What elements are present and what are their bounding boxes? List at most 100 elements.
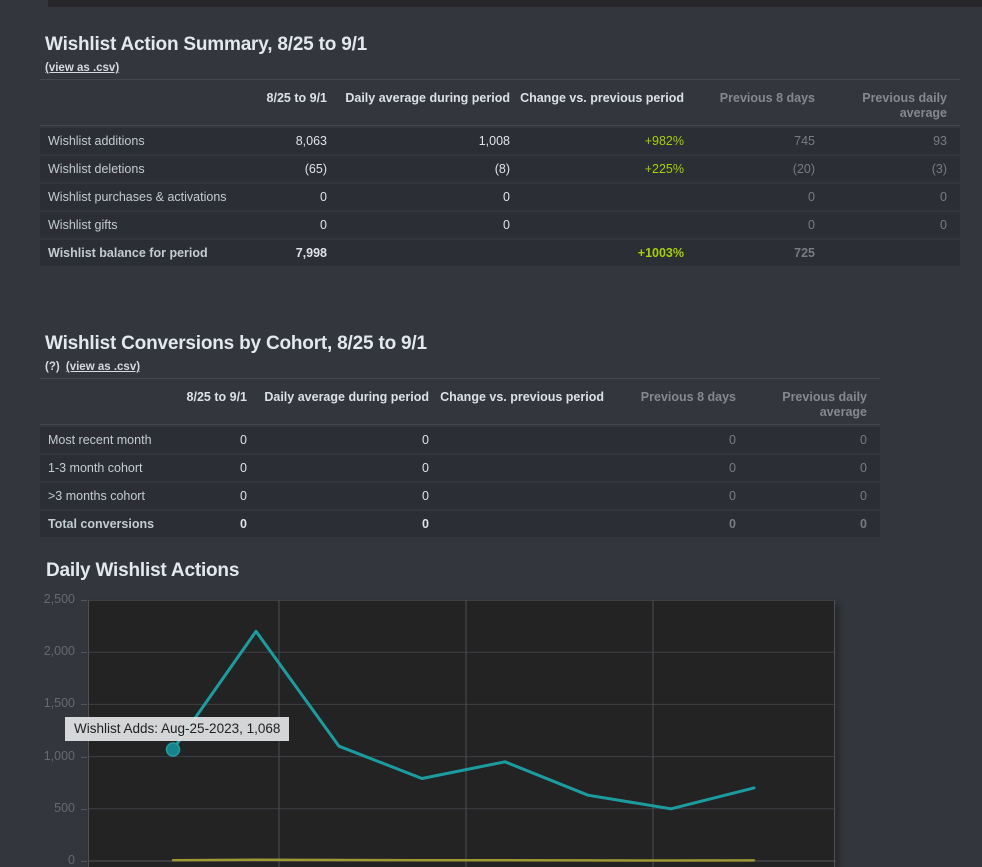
cell-previous-daily-average <box>815 240 960 266</box>
y-axis-tick <box>81 600 87 601</box>
y-axis-tick <box>81 861 87 862</box>
column-header-previous-daily-average: Previous daily average <box>815 83 960 126</box>
cell-change: +225% <box>510 156 684 182</box>
cell-previous-daily-average: 93 <box>815 128 960 154</box>
cell-period: 0 <box>250 212 327 238</box>
row-label: Total conversions <box>40 511 160 537</box>
cell-change <box>429 427 604 453</box>
conversions-header: Wishlist Conversions by Cohort, 8/25 to … <box>40 332 880 379</box>
column-header-previous-8-days: Previous 8 days <box>684 83 815 126</box>
summary-csv-link[interactable]: (view as .csv) <box>45 62 119 74</box>
cell-previous-daily-average: 0 <box>736 511 880 537</box>
row-label: Most recent month <box>40 427 160 453</box>
conversions-header-row: 8/25 to 9/1 Daily average during period … <box>40 382 880 425</box>
cell-period: 0 <box>160 455 247 481</box>
chart-title: Daily Wishlist Actions <box>46 560 239 582</box>
y-axis-tick <box>81 757 87 758</box>
cell-daily-average: 0 <box>247 455 429 481</box>
cell-previous-daily-average: 0 <box>736 427 880 453</box>
column-header-daily-average: Daily average during period <box>327 83 510 126</box>
y-axis-label: 1,500 <box>5 696 75 710</box>
cell-previous-8-days: 0 <box>684 184 815 210</box>
cell-change: +1003% <box>510 240 684 266</box>
y-axis-tick <box>81 704 87 705</box>
cell-change <box>429 455 604 481</box>
y-axis-label: 500 <box>5 801 75 815</box>
y-axis-tick <box>81 809 87 810</box>
cell-previous-8-days: 0 <box>604 455 736 481</box>
column-header-blank <box>40 382 160 425</box>
cell-previous-8-days: 0 <box>604 483 736 509</box>
column-header-previous-daily-average: Previous daily average <box>736 382 880 425</box>
table-row: Most recent month 0 0 0 0 <box>40 427 880 453</box>
conversions-section: Wishlist Conversions by Cohort, 8/25 to … <box>40 332 880 539</box>
summary-header-row: 8/25 to 9/1 Daily average during period … <box>40 83 960 126</box>
cell-period: 7,998 <box>250 240 327 266</box>
cell-period: 0 <box>250 184 327 210</box>
table-row: Wishlist deletions (65) (8) +225% (20) (… <box>40 156 960 182</box>
cell-change: +982% <box>510 128 684 154</box>
column-header-period: 8/25 to 9/1 <box>250 83 327 126</box>
cell-previous-8-days: 745 <box>684 128 815 154</box>
cell-period: 0 <box>160 483 247 509</box>
cell-daily-average: 0 <box>247 511 429 537</box>
cell-previous-8-days: 725 <box>684 240 815 266</box>
column-header-daily-average: Daily average during period <box>247 382 429 425</box>
summary-section: Wishlist Action Summary, 8/25 to 9/1 (vi… <box>40 33 960 268</box>
cell-period: 0 <box>160 511 247 537</box>
cell-daily-average: 0 <box>247 427 429 453</box>
cell-daily-average: (8) <box>327 156 510 182</box>
cell-previous-daily-average: (3) <box>815 156 960 182</box>
cell-period: 0 <box>160 427 247 453</box>
y-axis-tick <box>81 652 87 653</box>
cell-previous-daily-average: 0 <box>736 455 880 481</box>
row-label: Wishlist balance for period <box>40 240 250 266</box>
cell-previous-8-days: 0 <box>604 511 736 537</box>
cell-daily-average <box>327 240 510 266</box>
row-label: Wishlist deletions <box>40 156 250 182</box>
conversions-table: 8/25 to 9/1 Daily average during period … <box>40 380 880 539</box>
table-row: Wishlist additions 8,063 1,008 +982% 745… <box>40 128 960 154</box>
conversions-csv-link[interactable]: (view as .csv) <box>66 361 140 373</box>
summary-title: Wishlist Action Summary, 8/25 to 9/1 <box>45 33 960 56</box>
cell-change <box>510 212 684 238</box>
help-link[interactable]: (?) <box>45 361 60 373</box>
cell-daily-average: 0 <box>327 184 510 210</box>
top-window-edge <box>48 0 982 7</box>
column-header-change: Change vs. previous period <box>510 83 684 126</box>
y-axis-label: 0 <box>5 853 75 867</box>
cell-daily-average: 0 <box>327 212 510 238</box>
cell-previous-daily-average: 0 <box>815 212 960 238</box>
cell-period: 8,063 <box>250 128 327 154</box>
table-row: Wishlist gifts 0 0 0 0 <box>40 212 960 238</box>
y-axis-label: 2,000 <box>5 644 75 658</box>
summary-header: Wishlist Action Summary, 8/25 to 9/1 (vi… <box>40 33 960 80</box>
cell-change <box>510 184 684 210</box>
table-row: >3 months cohort 0 0 0 0 <box>40 483 880 509</box>
cell-change <box>429 483 604 509</box>
chart-tooltip: Wishlist Adds: Aug-25-2023, 1,068 <box>65 717 289 741</box>
cell-previous-8-days: 0 <box>604 427 736 453</box>
row-label: Wishlist additions <box>40 128 250 154</box>
table-row: 1-3 month cohort 0 0 0 0 <box>40 455 880 481</box>
conversions-title: Wishlist Conversions by Cohort, 8/25 to … <box>45 332 880 355</box>
row-label: >3 months cohort <box>40 483 160 509</box>
y-axis-label: 1,000 <box>5 749 75 763</box>
cell-previous-daily-average: 0 <box>736 483 880 509</box>
table-row-total: Total conversions 0 0 0 0 <box>40 511 880 537</box>
cell-change <box>429 511 604 537</box>
summary-table: 8/25 to 9/1 Daily average during period … <box>40 81 960 268</box>
row-label: 1-3 month cohort <box>40 455 160 481</box>
cell-previous-8-days: 0 <box>684 212 815 238</box>
column-header-change: Change vs. previous period <box>429 382 604 425</box>
cell-period: (65) <box>250 156 327 182</box>
y-axis-label: 2,500 <box>5 592 75 606</box>
column-header-blank <box>40 83 250 126</box>
cell-daily-average: 0 <box>247 483 429 509</box>
table-row-total: Wishlist balance for period 7,998 +1003%… <box>40 240 960 266</box>
column-header-previous-8-days: Previous 8 days <box>604 382 736 425</box>
table-row: Wishlist purchases & activations 0 0 0 0 <box>40 184 960 210</box>
row-label: Wishlist purchases & activations <box>40 184 250 210</box>
cell-previous-8-days: (20) <box>684 156 815 182</box>
cell-daily-average: 1,008 <box>327 128 510 154</box>
